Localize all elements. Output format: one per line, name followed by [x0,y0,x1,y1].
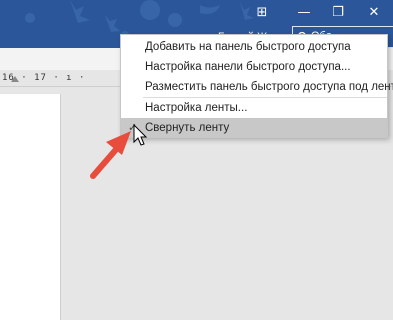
mouse-cursor-icon [133,123,148,146]
annotation-overlay [90,123,148,179]
red-arrow-icon [90,131,131,179]
